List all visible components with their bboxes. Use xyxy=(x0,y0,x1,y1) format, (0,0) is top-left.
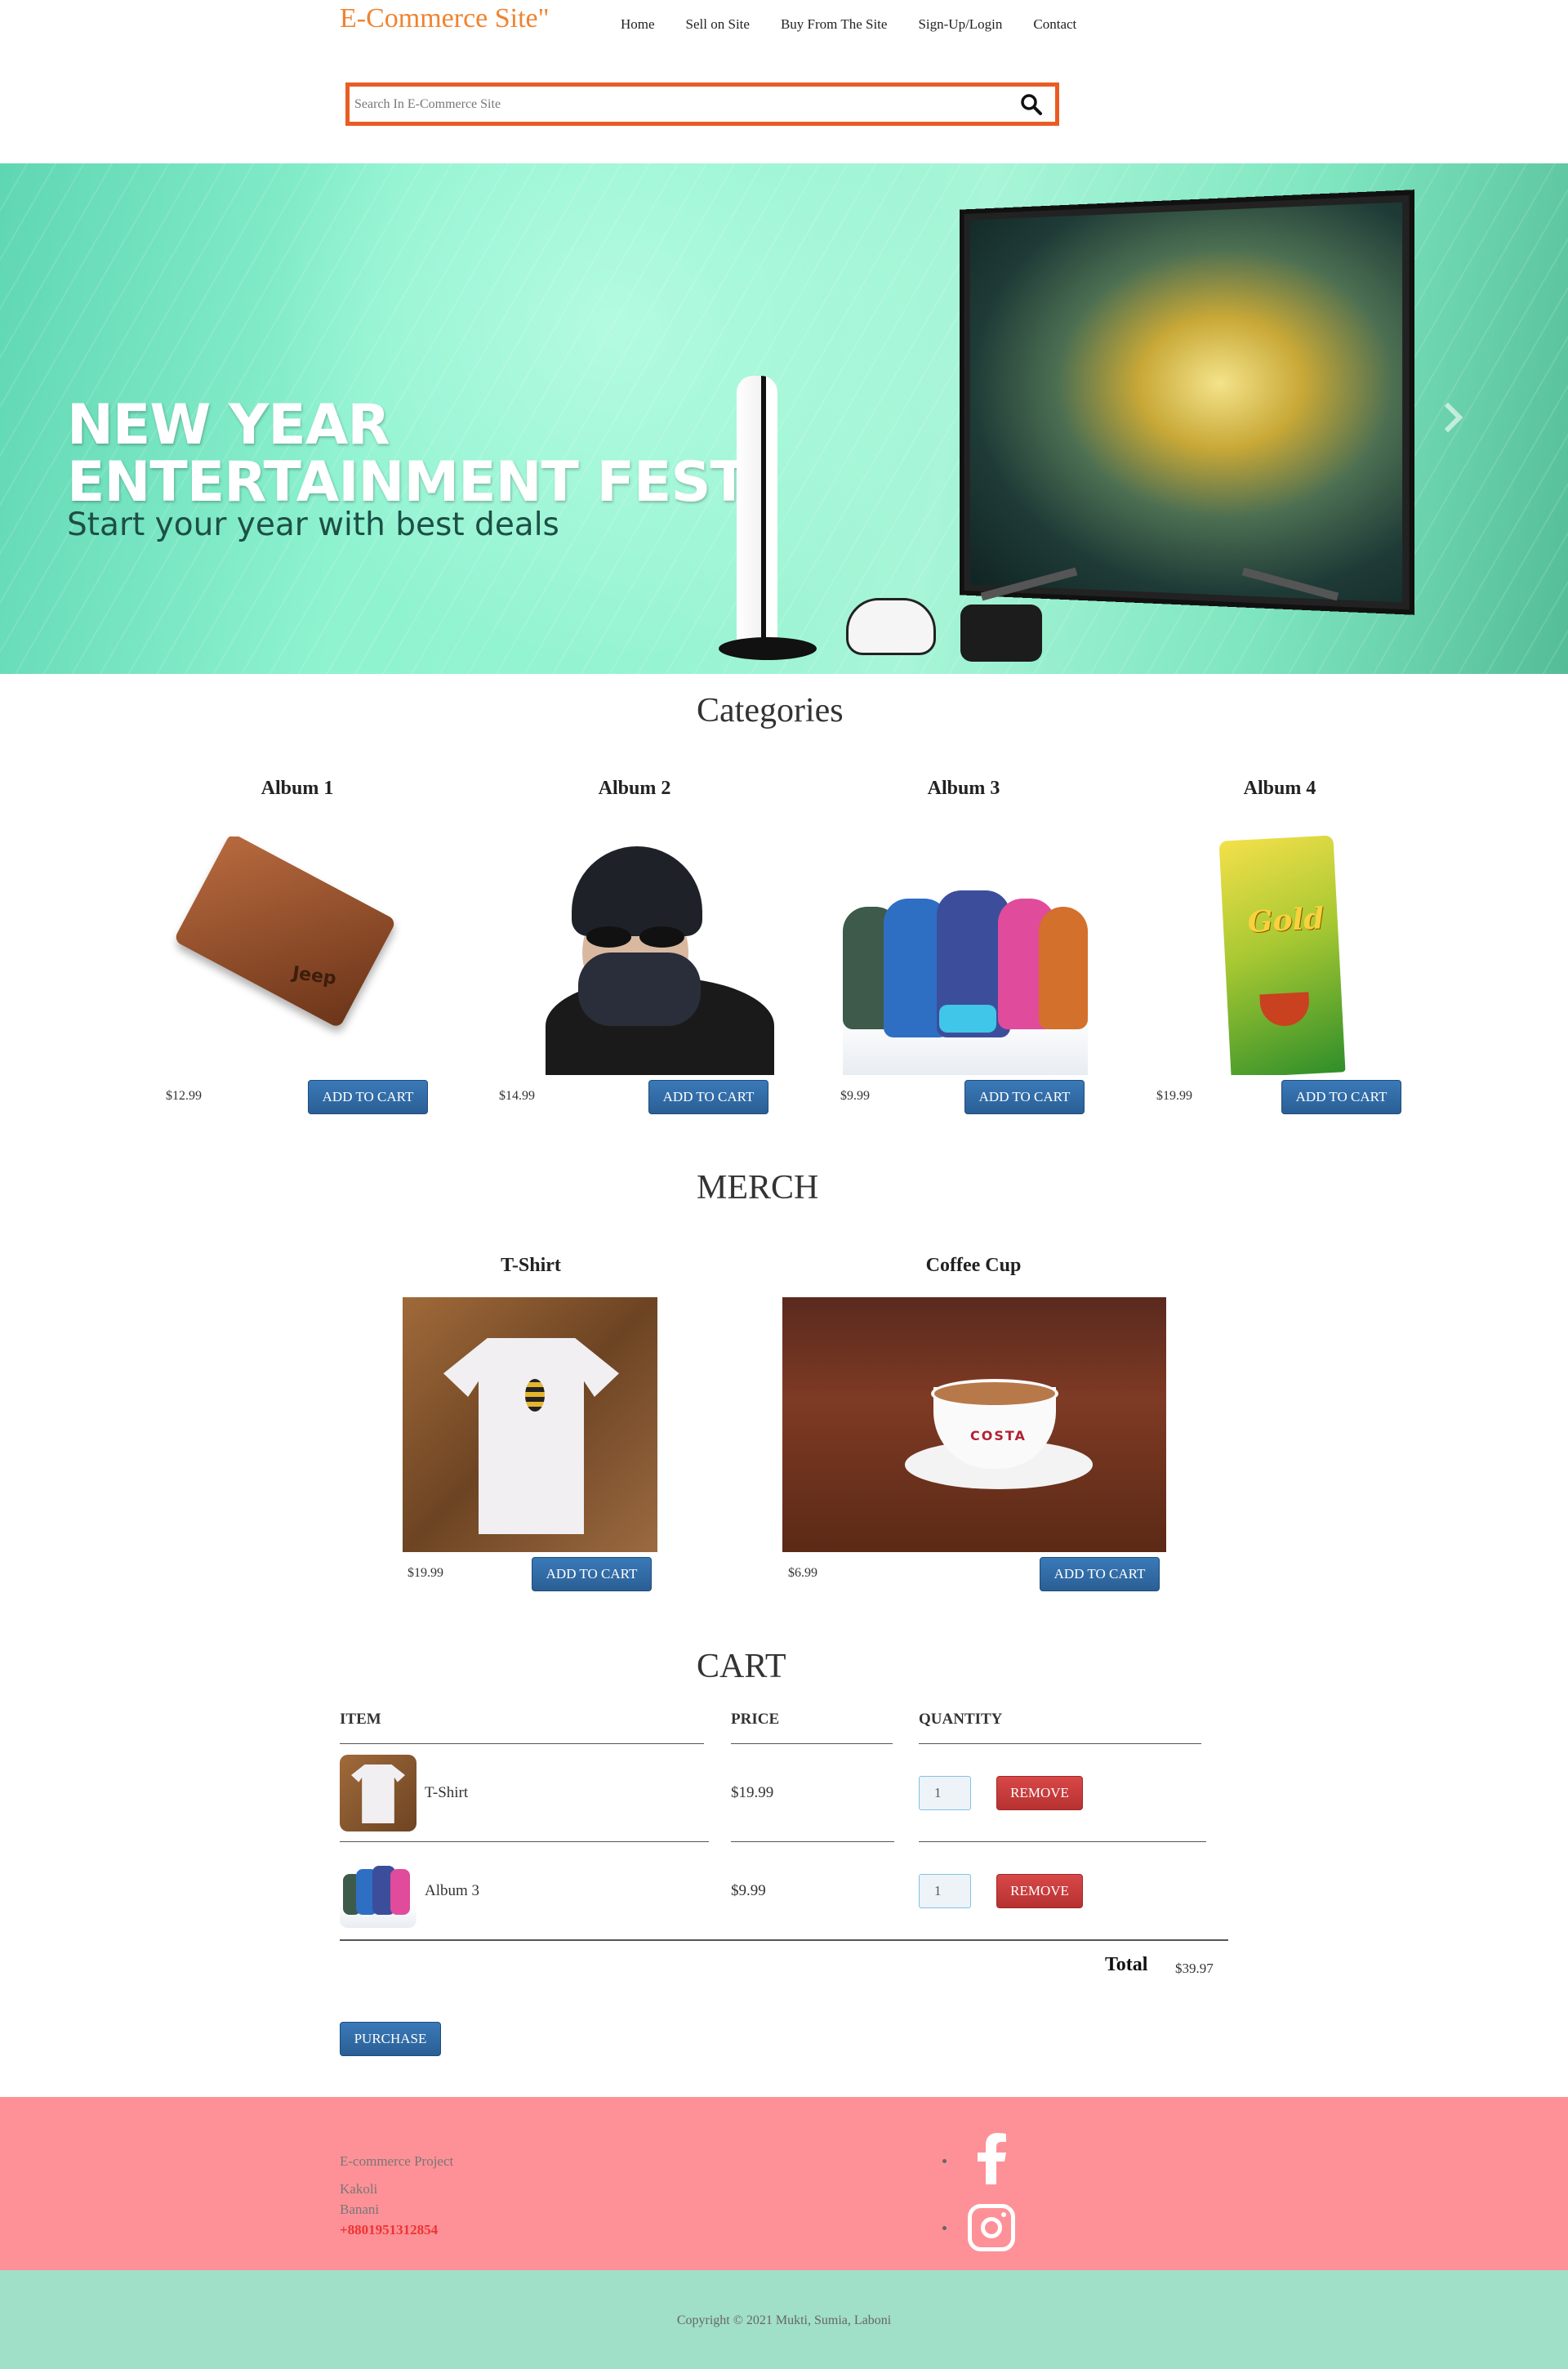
controller-image xyxy=(846,598,936,655)
category-image-tea: Gold xyxy=(1143,830,1421,1075)
beanie-scarf xyxy=(578,953,701,1026)
add-to-cart-button-1[interactable]: ADD TO CART xyxy=(308,1080,428,1114)
nav-home[interactable]: Home xyxy=(621,16,655,33)
remove-button[interactable]: REMOVE xyxy=(996,1874,1083,1908)
footer-phone[interactable]: +8801951312854 xyxy=(340,2222,438,2238)
categories-title: Categories xyxy=(697,691,844,730)
copyright-text: Copyright © 2021 Mukti, Sumia, Laboni xyxy=(0,2313,1568,2328)
hero-headline-line2: ENTERTAINMENT FEST xyxy=(67,454,747,511)
category-title-1: Album 1 xyxy=(232,778,363,800)
instagram-lens xyxy=(981,2217,1002,2238)
category-title-3: Album 3 xyxy=(898,778,1029,800)
wallet-image: Jeep xyxy=(173,837,396,1028)
hero-carousel: NEW YEAR ENTERTAINMENT FEST Start your y… xyxy=(0,163,1568,674)
list-bullet xyxy=(942,2159,947,2163)
console-body xyxy=(737,376,777,645)
tea-pack-image: Gold xyxy=(1219,836,1346,1075)
nav-signup-login[interactable]: Sign-Up/Login xyxy=(918,16,1002,33)
tshirt-thumbnail xyxy=(351,1764,405,1823)
cart-item-price: $19.99 xyxy=(731,1784,773,1802)
hero-headline-line1: NEW YEAR xyxy=(67,397,747,454)
add-to-cart-button-3[interactable]: ADD TO CART xyxy=(964,1080,1085,1114)
cart-header-price: PRICE xyxy=(731,1711,779,1729)
cart-total-label: Total xyxy=(1105,1954,1147,1976)
cart-item-thumbnail-tshirt xyxy=(340,1755,416,1831)
merch-price-tshirt: $19.99 xyxy=(408,1566,443,1581)
category-price-1: $12.99 xyxy=(166,1089,202,1104)
quantity-input[interactable] xyxy=(919,1874,971,1908)
category-image-backpacks xyxy=(843,874,1088,1075)
search-bar xyxy=(345,83,1059,126)
divider xyxy=(919,1841,1206,1842)
divider xyxy=(731,1841,894,1842)
add-to-cart-button-coffee[interactable]: ADD TO CART xyxy=(1040,1557,1160,1591)
category-image-wallet: Jeep xyxy=(167,837,433,1075)
tea-cup-art xyxy=(1259,992,1310,1027)
footer-project: E-commerce Project xyxy=(340,2153,453,2170)
search-icon[interactable] xyxy=(1019,92,1044,117)
cup-logo: COSTA xyxy=(970,1428,1027,1443)
divider xyxy=(340,1939,1228,1941)
backpack-thumb xyxy=(390,1869,410,1915)
merch-price-coffee: $6.99 xyxy=(788,1566,817,1581)
merch-title-tshirt: T-Shirt xyxy=(457,1255,604,1277)
category-price-4: $19.99 xyxy=(1156,1089,1192,1104)
remove-button[interactable]: REMOVE xyxy=(996,1776,1083,1810)
nav-buy[interactable]: Buy From The Site xyxy=(781,16,888,33)
merch-title: MERCH xyxy=(697,1168,818,1207)
console-base xyxy=(719,637,817,660)
purchase-button[interactable]: PURCHASE xyxy=(340,2022,441,2056)
bee-print xyxy=(525,1379,545,1412)
cart-title: CART xyxy=(697,1647,786,1686)
divider xyxy=(340,1841,709,1842)
footer xyxy=(0,2097,1568,2270)
add-to-cart-button-2[interactable]: ADD TO CART xyxy=(648,1080,768,1114)
category-price-2: $14.99 xyxy=(499,1089,535,1104)
console-image xyxy=(719,376,825,662)
nav-contact[interactable]: Contact xyxy=(1033,16,1076,33)
divider xyxy=(340,1743,704,1744)
footer-address-line2: Banani xyxy=(340,2202,379,2218)
add-to-cart-button-tshirt[interactable]: ADD TO CART xyxy=(532,1557,652,1591)
category-image-beanie xyxy=(497,830,774,1075)
quantity-input[interactable] xyxy=(919,1776,971,1810)
nav-sell[interactable]: Sell on Site xyxy=(686,16,750,33)
coffee-foam xyxy=(931,1379,1058,1408)
cart-item-name: Album 3 xyxy=(425,1882,479,1900)
site-brand[interactable]: E-Commerce Site" xyxy=(340,3,550,34)
instagram-flash xyxy=(1001,2212,1006,2217)
wallet-logo: Jeep xyxy=(292,963,338,989)
category-title-4: Album 4 xyxy=(1214,778,1345,800)
cart-header-quantity: QUANTITY xyxy=(919,1711,1002,1729)
instagram-icon[interactable] xyxy=(968,2204,1015,2251)
tea-gold-logo: Gold xyxy=(1247,901,1325,939)
hero-headline: NEW YEAR ENTERTAINMENT FEST xyxy=(67,397,747,511)
category-price-3: $9.99 xyxy=(840,1089,870,1104)
cart-item-price: $9.99 xyxy=(731,1882,766,1900)
list-bullet xyxy=(942,2226,947,2230)
cart-header-item: ITEM xyxy=(340,1711,381,1729)
add-to-cart-button-4[interactable]: ADD TO CART xyxy=(1281,1080,1401,1114)
earbuds-image xyxy=(960,605,1042,662)
merch-image-coffee: COSTA xyxy=(782,1297,1166,1552)
footer-address-line1: Kakoli xyxy=(340,2181,377,2197)
cart-item-name: T-Shirt xyxy=(425,1784,468,1802)
facebook-icon[interactable] xyxy=(973,2132,1009,2184)
tv-image xyxy=(960,190,1414,615)
divider xyxy=(919,1743,1201,1744)
tv-screen xyxy=(970,203,1402,603)
backpack-orange xyxy=(1039,907,1088,1029)
hero-subline: Start your year with best deals xyxy=(67,506,559,543)
divider xyxy=(731,1743,893,1744)
search-input[interactable] xyxy=(354,97,1019,112)
category-title-2: Album 2 xyxy=(569,778,700,800)
sunglasses xyxy=(586,926,684,948)
cart-total-value: $39.97 xyxy=(1175,1961,1214,1977)
main-nav: Home Sell on Site Buy From The Site Sign… xyxy=(621,16,1107,33)
backpack-pocket xyxy=(939,1005,996,1033)
merch-image-tshirt xyxy=(403,1297,657,1552)
cart-item-thumbnail-album3 xyxy=(340,1851,416,1928)
merch-title-coffee: Coffee Cup xyxy=(892,1255,1055,1277)
